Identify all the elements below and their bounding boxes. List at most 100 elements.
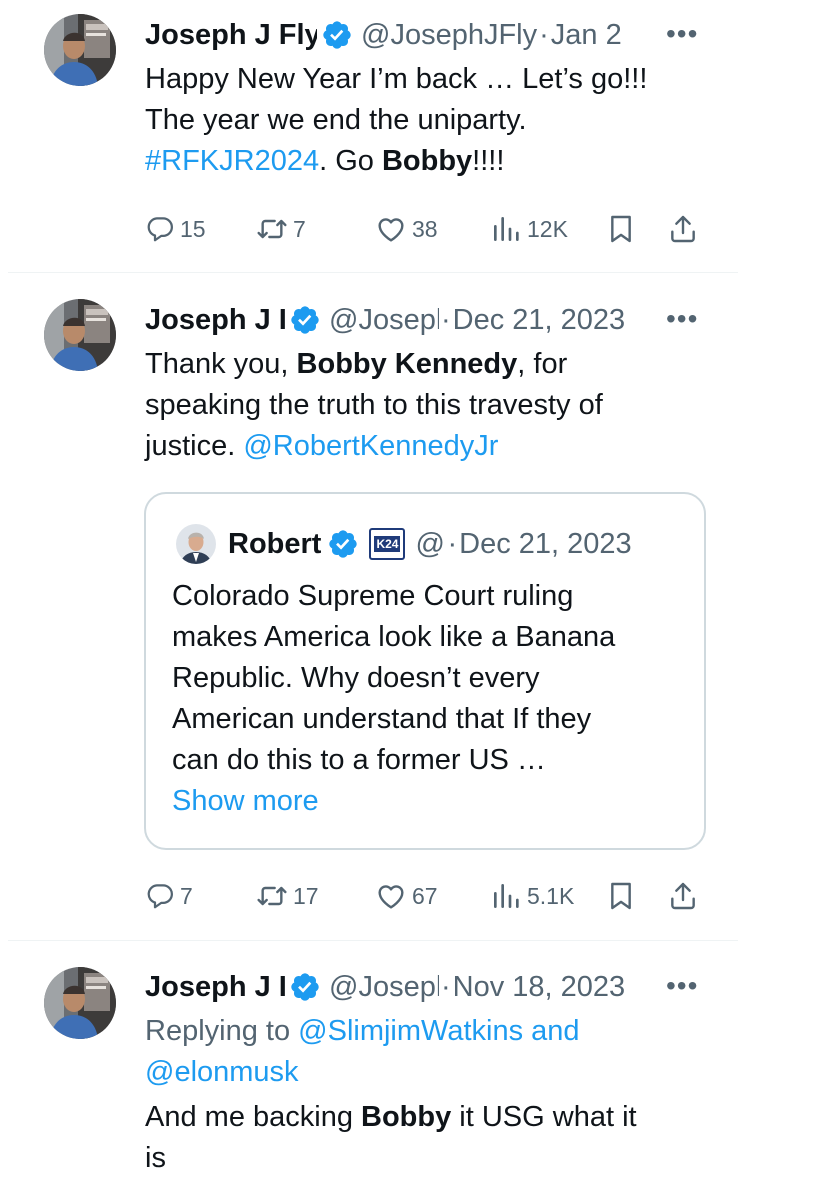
author-name[interactable]: Joseph J I bbox=[145, 971, 285, 1004]
reply-context: Replying to @SlimjimWatkins and @elonmus… bbox=[145, 1011, 735, 1093]
campaign-badge-text: K24 bbox=[374, 536, 401, 552]
tweet-date[interactable]: Nov 18, 2023 bbox=[453, 971, 626, 1004]
tweet-date[interactable]: Jan 2 bbox=[551, 19, 622, 52]
quoted-author-avatar[interactable] bbox=[176, 524, 216, 564]
quoted-tweet-header: Robert K24 @RobertKennedyJr · Dec 21, 20… bbox=[228, 524, 688, 564]
reply-count: 15 bbox=[180, 215, 206, 242]
separator-dot: · bbox=[539, 18, 549, 51]
tweet-text-line: is bbox=[145, 1142, 166, 1174]
quoted-text-line: Republic. Why doesn’t every bbox=[172, 662, 540, 694]
reply-prefix: Replying to bbox=[145, 1015, 299, 1047]
tweet-text: And me backing Bobby it USG what it is bbox=[145, 1097, 735, 1179]
share-button[interactable] bbox=[667, 207, 699, 251]
text-segment: it USG what it bbox=[451, 1101, 637, 1133]
campaign-badge: K24 bbox=[369, 528, 406, 560]
tweet-actions: 15 7 38 12K bbox=[145, 207, 705, 251]
retweet-count: 7 bbox=[293, 215, 306, 242]
retweet-icon bbox=[256, 213, 288, 245]
quoted-author-name[interactable]: Robert bbox=[228, 528, 321, 561]
views-chart-icon bbox=[490, 213, 522, 245]
text-segment: . Go bbox=[319, 145, 382, 177]
views-chart-icon bbox=[490, 880, 522, 912]
tweet-actions: 7 17 67 5.1K bbox=[145, 874, 705, 918]
author-handle[interactable]: @JosephJFly bbox=[329, 971, 439, 1004]
bookmark-button[interactable] bbox=[605, 207, 637, 251]
share-icon bbox=[667, 880, 699, 912]
bookmark-button[interactable] bbox=[605, 874, 637, 918]
retweet-button[interactable]: 7 bbox=[256, 207, 306, 251]
text-segment: and bbox=[523, 1015, 580, 1047]
text-segment: And me backing bbox=[145, 1101, 362, 1133]
quoted-author-handle[interactable]: @RobertKennedyJr bbox=[415, 528, 445, 561]
quoted-tweet-text: Colorado Supreme Court ruling makes Amer… bbox=[172, 576, 692, 822]
text-segment: justice. bbox=[145, 430, 244, 462]
retweet-button[interactable]: 17 bbox=[256, 874, 319, 918]
verified-badge-icon[interactable] bbox=[289, 971, 321, 1003]
verified-badge-icon[interactable] bbox=[289, 304, 321, 336]
tweet-text-line: #RFKJR2024. Go Bobby!!!! bbox=[145, 141, 735, 182]
views-button[interactable]: 12K bbox=[490, 207, 568, 251]
reply-button[interactable]: 15 bbox=[145, 207, 206, 251]
share-icon bbox=[667, 213, 699, 245]
tweet-divider bbox=[8, 272, 738, 273]
quoted-tweet-date[interactable]: Dec 21, 2023 bbox=[459, 528, 632, 561]
more-options-icon[interactable]: ••• bbox=[666, 970, 698, 1002]
separator-dot: · bbox=[447, 527, 458, 560]
tweet-text-line: justice. @RobertKennedyJr bbox=[145, 426, 735, 467]
mention-link[interactable]: @elonmusk bbox=[145, 1056, 299, 1088]
tweet-text: Happy New Year I’m back … Let’s go!!! Th… bbox=[145, 59, 735, 182]
like-button[interactable]: 67 bbox=[375, 874, 438, 918]
tweet-header: Joseph J I @JosephJFly · Nov 18, 2023 bbox=[145, 967, 655, 1007]
view-count: 5.1K bbox=[527, 882, 575, 909]
tweet-header: Joseph J Fly @JosephJFly · Jan 2 bbox=[145, 15, 655, 55]
retweet-icon bbox=[256, 880, 288, 912]
reply-count: 7 bbox=[180, 882, 193, 909]
tweet-text-line: And me backing Bobby it USG what it bbox=[145, 1097, 735, 1138]
share-button[interactable] bbox=[667, 874, 699, 918]
like-button[interactable]: 38 bbox=[375, 207, 438, 251]
author-handle[interactable]: @JosephJFly bbox=[329, 304, 439, 337]
reply-context-line: Replying to @SlimjimWatkins and bbox=[145, 1011, 735, 1052]
separator-dot: · bbox=[441, 970, 451, 1003]
avatar[interactable] bbox=[44, 14, 116, 86]
heart-icon bbox=[375, 880, 407, 912]
verified-badge-icon[interactable] bbox=[321, 19, 353, 51]
show-more-link[interactable]: Show more bbox=[172, 781, 692, 822]
avatar[interactable] bbox=[44, 299, 116, 371]
like-count: 38 bbox=[412, 215, 438, 242]
quoted-text-line: can do this to a former US … bbox=[172, 744, 546, 776]
reply-icon bbox=[145, 881, 175, 911]
verified-badge-icon[interactable] bbox=[327, 528, 359, 560]
like-count: 67 bbox=[412, 882, 438, 909]
mention-link[interactable]: @RobertKennedyJr bbox=[243, 430, 498, 462]
views-button[interactable]: 5.1K bbox=[490, 874, 574, 918]
author-name[interactable]: Joseph J Fly bbox=[145, 19, 317, 52]
reply-button[interactable]: 7 bbox=[145, 874, 193, 918]
text-segment: !!!! bbox=[472, 145, 505, 177]
more-options-icon[interactable]: ••• bbox=[666, 303, 698, 335]
heart-icon bbox=[375, 213, 407, 245]
tweet-text-line: The year we end the uniparty. bbox=[145, 104, 527, 136]
separator-dot: · bbox=[441, 303, 451, 336]
author-handle[interactable]: @JosephJFly bbox=[361, 19, 537, 52]
text-segment: , for bbox=[517, 348, 568, 380]
quoted-tweet-card[interactable]: Robert K24 @RobertKennedyJr · Dec 21, 20… bbox=[144, 492, 706, 850]
tweet-text-line: Thank you, Bobby Kennedy, for bbox=[145, 344, 735, 385]
bookmark-icon bbox=[605, 213, 637, 245]
author-name[interactable]: Joseph J I bbox=[145, 304, 285, 337]
hashtag-link[interactable]: #RFKJR2024 bbox=[145, 145, 319, 177]
text-segment: Thank you, bbox=[145, 348, 297, 380]
more-options-icon[interactable]: ••• bbox=[666, 18, 698, 50]
tweet-divider bbox=[8, 940, 738, 941]
tweet-header: Joseph J I @JosephJFly · Dec 21, 2023 bbox=[145, 300, 655, 340]
mention-link[interactable]: @SlimjimWatkins bbox=[298, 1015, 523, 1047]
avatar[interactable] bbox=[44, 967, 116, 1039]
reply-icon bbox=[145, 214, 175, 244]
bold-text: Bobby bbox=[381, 145, 473, 177]
tweet-date[interactable]: Dec 21, 2023 bbox=[453, 304, 626, 337]
tweet-text-line: Happy New Year I’m back … Let’s go!!! bbox=[145, 63, 648, 95]
quoted-text-line: Colorado Supreme Court ruling bbox=[172, 580, 574, 612]
bookmark-icon bbox=[605, 880, 637, 912]
view-count: 12K bbox=[527, 215, 568, 242]
bold-text: Bobby bbox=[361, 1101, 452, 1133]
